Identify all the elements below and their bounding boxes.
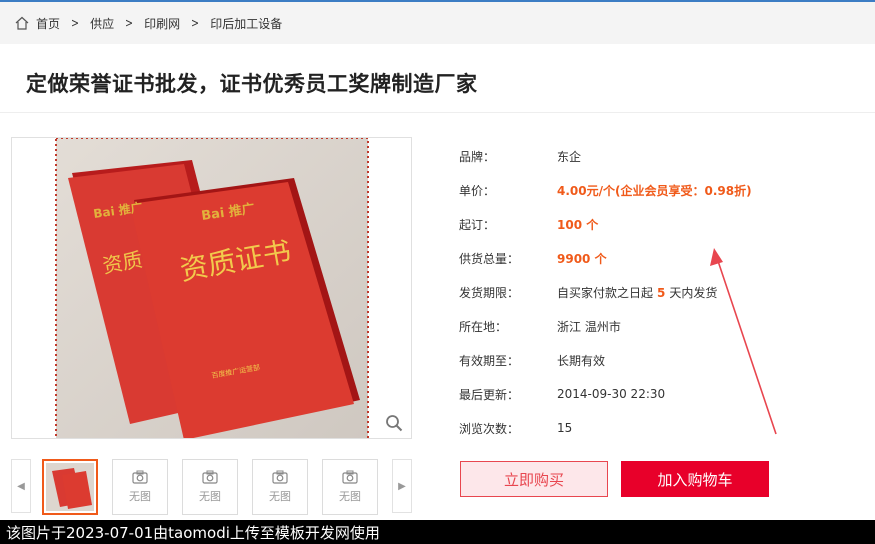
no-image-label: 无图 bbox=[129, 490, 151, 503]
detail-value: 长期有效 bbox=[557, 353, 606, 368]
add-to-cart-button[interactable]: 加入购物车 bbox=[621, 461, 769, 497]
detail-value: 2014-09-30 22:30 bbox=[557, 387, 666, 401]
detail-value: 浙江 温州市 bbox=[557, 319, 621, 334]
breadcrumb-item-postpress[interactable]: 印后加工设备 bbox=[210, 15, 282, 32]
annotation-arrow bbox=[710, 248, 777, 435]
thumbnail-image bbox=[46, 463, 94, 511]
breadcrumb-home[interactable]: 首页 bbox=[14, 15, 60, 32]
buy-now-button[interactable]: 立即购买 bbox=[460, 461, 608, 497]
home-icon bbox=[15, 16, 29, 30]
thumbnail-item[interactable] bbox=[42, 459, 98, 515]
detail-label: 最后更新： bbox=[459, 387, 520, 402]
breadcrumb-home-label[interactable]: 首页 bbox=[36, 15, 60, 32]
detail-value: 东企 bbox=[557, 149, 582, 164]
detail-label: 供货总量： bbox=[459, 251, 520, 266]
detail-label: 有效期至： bbox=[459, 353, 520, 368]
title-divider bbox=[0, 112, 875, 113]
product-title: 定做荣誉证书批发，证书优秀员工奖牌制造厂家 bbox=[26, 72, 478, 96]
chevron-right-icon: > bbox=[71, 16, 80, 30]
price-value: 4.00元/个(企业会员享受：0.98折) bbox=[557, 183, 752, 198]
arrow-left-icon[interactable]: ◀ bbox=[11, 459, 31, 513]
thumbnail-item[interactable]: 无图 bbox=[112, 459, 168, 515]
detail-value: 15 bbox=[557, 421, 573, 435]
detail-label: 所在地： bbox=[459, 319, 508, 334]
chevron-right-icon: > bbox=[191, 16, 200, 30]
delivery-days: 5 bbox=[657, 285, 666, 300]
supply-value: 9900 个 bbox=[557, 251, 607, 266]
detail-label: 品牌： bbox=[459, 149, 496, 164]
delivery-prefix: 自买家付款之日起 bbox=[557, 285, 654, 300]
detail-label: 起订： bbox=[459, 217, 496, 232]
no-image-label: 无图 bbox=[199, 490, 221, 503]
thumbnail-item[interactable]: 无图 bbox=[252, 459, 308, 515]
thumbnail-strip: ◀ 无图 无图 无图 无图 ▶ bbox=[11, 457, 412, 515]
camera-icon bbox=[132, 470, 148, 484]
product-card: 定做荣誉证书批发，证书优秀员工奖牌制造厂家 Bai 推广 资质 Bai 推广 资… bbox=[0, 44, 875, 520]
breadcrumb-item-supply[interactable]: 供应 bbox=[90, 15, 114, 32]
detail-label: 浏览次数： bbox=[459, 421, 520, 436]
detail-label: 发货期限： bbox=[459, 285, 520, 300]
certificate-photo: Bai 推广 资质 Bai 推广 资质证书 百度推广运营部 bbox=[55, 138, 369, 438]
watermark-footer: 该图片于2023-07-01由taomodi上传至模板开发网使用 bbox=[0, 520, 875, 544]
arrow-right-icon[interactable]: ▶ bbox=[392, 459, 412, 513]
delivery-value: 自买家付款之日起 5 天内发货 bbox=[557, 284, 717, 301]
no-image-label: 无图 bbox=[339, 490, 361, 503]
breadcrumb: 首页 > 供应 > 印刷网 > 印后加工设备 bbox=[0, 2, 875, 44]
moq-value: 100 个 bbox=[557, 217, 599, 232]
zoom-icon[interactable] bbox=[385, 414, 403, 432]
no-image-label: 无图 bbox=[269, 490, 291, 503]
product-main-image[interactable]: Bai 推广 资质 Bai 推广 资质证书 百度推广运营部 bbox=[11, 137, 412, 439]
camera-icon bbox=[272, 470, 288, 484]
breadcrumb-item-printing[interactable]: 印刷网 bbox=[144, 15, 180, 32]
detail-label: 单价： bbox=[459, 183, 496, 198]
chevron-right-icon: > bbox=[125, 16, 134, 30]
camera-icon bbox=[202, 470, 218, 484]
camera-icon bbox=[342, 470, 358, 484]
thumbnail-item[interactable]: 无图 bbox=[182, 459, 238, 515]
thumbnail-item[interactable]: 无图 bbox=[322, 459, 378, 515]
